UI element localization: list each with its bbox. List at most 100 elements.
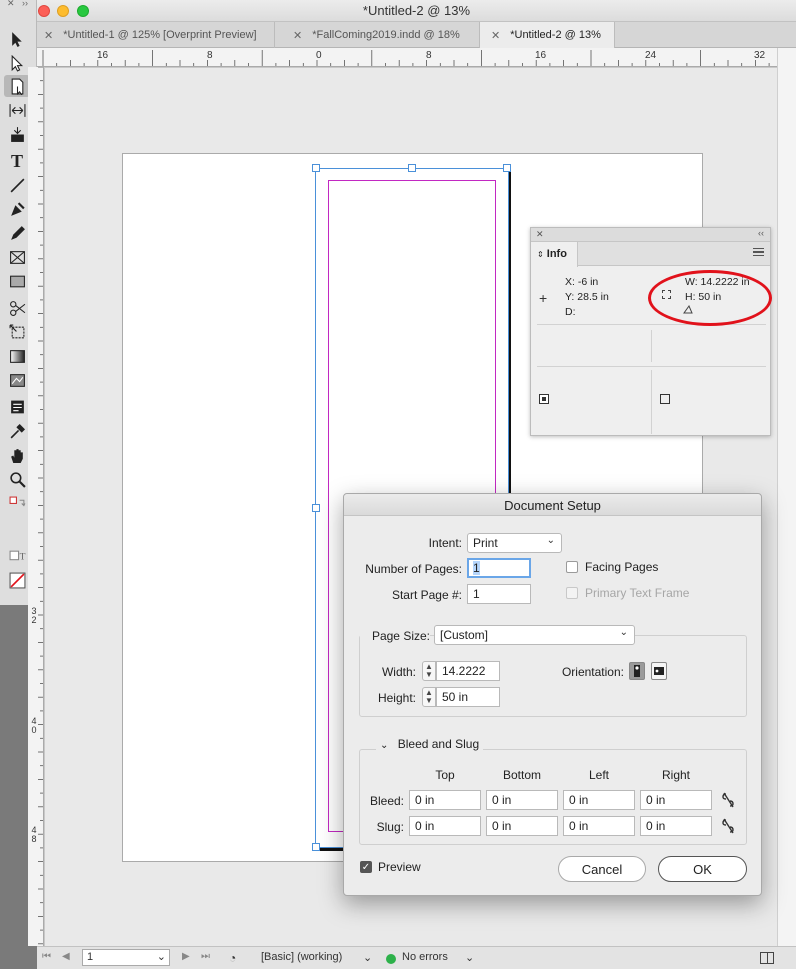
horizontal-ruler[interactable]: 16 8 0 8 16 24 32 [37,48,777,67]
start-page-input[interactable]: 1 [467,584,531,604]
panel-tab-row: ⇕ Info [531,242,770,267]
resize-handle[interactable] [312,843,320,851]
document-tab-active[interactable]: ✕ *Untitled-2 @ 13% [480,22,615,48]
preflight-profile-icon[interactable]: ◔ [229,951,236,965]
gradient-swatch-tool-icon[interactable] [4,345,30,367]
ok-button[interactable]: OK [658,856,747,882]
slug-bottom-input[interactable]: 0 in [486,816,558,836]
page-number-select[interactable]: 1 ⌄ [82,949,170,966]
bleed-left-value: 0 in [569,793,589,807]
slug-right-input[interactable]: 0 in [640,816,712,836]
bleed-right-input[interactable]: 0 in [640,790,712,810]
intent-value: Print [473,536,498,550]
next-page-icon[interactable]: ▶ [182,951,190,962]
ruler-label: 0 [316,50,322,61]
width-input[interactable]: 14.2222 [436,661,500,681]
eyedropper-tool-icon[interactable] [4,420,30,442]
tools-collapse[interactable]: ✕ ›› [4,0,34,10]
hand-tool-icon[interactable] [4,444,30,466]
status-bar: ⏮ ◀ 1 ⌄ ▶ ⏭ ◔ [Basic] (working) ⌄ No err… [37,946,796,969]
tools-close-icon[interactable]: ✕ [7,0,15,9]
resize-handle[interactable] [312,504,320,512]
page-size-select[interactable]: [Custom] ⌄ [434,625,635,645]
portrait-orientation-button[interactable] [629,662,645,680]
chevron-down-icon[interactable]: ⌄ [465,951,474,964]
bleed-slug-toggle[interactable]: ⌄ Bleed and Slug [376,737,484,751]
width-stepper[interactable]: ▲ ▼ [422,661,436,681]
dialog-title: Document Setup [344,494,761,516]
split-window-icon[interactable] [760,952,774,964]
first-page-icon[interactable]: ⏮ [42,951,51,962]
facing-pages-label: Facing Pages [585,560,659,574]
panel-collapse-icon[interactable]: ‹‹ [758,228,764,238]
content-collector-icon[interactable] [4,123,30,145]
chevron-down-icon: ⌄ [619,627,628,638]
info-d: D: [565,306,576,318]
start-page-value: 1 [473,587,480,601]
fill-swatch-icon [539,394,549,404]
vertical-ruler[interactable]: 3 2 4 0 4 8 [28,67,44,946]
fill-stroke-swap-icon[interactable] [4,493,30,515]
zoom-tool-icon[interactable] [4,468,30,490]
resize-handle[interactable] [503,164,511,172]
divider [651,370,652,434]
resize-handle[interactable] [312,164,320,172]
slug-left-input[interactable]: 0 in [563,816,635,836]
note-tool-icon[interactable] [4,396,30,418]
previous-page-icon[interactable]: ◀ [62,951,70,962]
document-tabs: ✕ *Untitled-1 @ 125% [Overprint Preview]… [37,22,796,48]
landscape-orientation-button[interactable] [651,662,667,680]
ruler-label: 4 0 [31,716,37,735]
start-page-label: Start Page #: [391,588,462,602]
document-tab[interactable]: ✕ *FallComing2019.indd @ 18% [275,22,480,48]
resize-handle[interactable] [408,164,416,172]
facing-pages-checkbox[interactable] [566,561,578,573]
close-tab-icon[interactable]: ✕ [293,29,302,42]
close-tab-icon[interactable]: ✕ [44,29,53,42]
gradient-feather-tool-icon[interactable] [4,369,30,391]
gap-tool-icon[interactable] [4,99,30,121]
type-tool-icon[interactable]: T [4,150,30,172]
pen-tool-icon[interactable] [4,198,30,220]
height-stepper[interactable]: ▲ ▼ [422,687,436,707]
document-tab-label: *Untitled-2 @ 13% [510,29,601,41]
bleed-right-value: 0 in [646,793,666,807]
scissors-tool-icon[interactable] [4,297,30,319]
chevron-down-icon: ⌄ [380,740,389,751]
pencil-tool-icon[interactable] [4,222,30,244]
broken-link-icon[interactable] [721,818,735,834]
document-tab[interactable]: ✕ *Untitled-1 @ 125% [Overprint Preview] [37,22,275,48]
info-tab[interactable]: ⇕ Info [531,242,578,267]
broken-link-icon[interactable] [721,792,735,808]
slug-label: Slug: [376,820,404,834]
bleed-top-input[interactable]: 0 in [409,790,481,810]
ruler-label: 3 2 [31,606,37,625]
pages-input[interactable]: 1 [467,558,531,578]
height-input[interactable]: 50 in [436,687,500,707]
preview-checkbox[interactable]: ✓ [360,861,372,873]
vertical-scrollbar[interactable] [777,48,796,946]
free-transform-tool-icon[interactable] [4,321,30,343]
width-value: 14.2222 [442,664,486,678]
stroke-none-swatch-icon[interactable] [4,569,30,591]
bleed-bottom-input[interactable]: 0 in [486,790,558,810]
panel-menu-icon[interactable] [753,248,764,256]
close-tab-icon[interactable]: ✕ [491,29,500,42]
direct-selection-tool-icon[interactable] [4,52,30,74]
primary-text-frame-checkbox[interactable] [566,587,578,599]
slug-top-input[interactable]: 0 in [409,816,481,836]
selection-tool-icon[interactable] [4,28,30,50]
bleed-left-input[interactable]: 0 in [563,790,635,810]
cancel-button[interactable]: Cancel [558,856,646,882]
panel-close-icon[interactable]: ✕ [536,229,544,240]
tools-collapse-label: ›› [22,0,28,8]
page-tool-icon[interactable] [4,75,30,97]
intent-select[interactable]: Print ⌄ [467,533,562,553]
last-page-icon[interactable]: ⏭ [201,951,210,962]
line-tool-icon[interactable] [4,174,30,196]
window-titlebar: *Untitled-2 @ 13% [37,0,796,22]
formatting-affects-container-icon[interactable]: T [4,545,30,567]
chevron-down-icon[interactable]: ⌄ [363,951,372,964]
rectangle-frame-tool-icon[interactable] [4,246,30,268]
rectangle-tool-icon[interactable] [4,270,30,292]
